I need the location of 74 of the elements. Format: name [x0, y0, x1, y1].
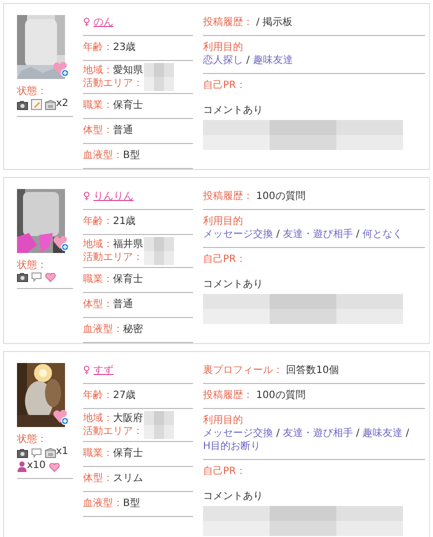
- person-icon: [17, 461, 27, 472]
- detail-text: 地域：大阪府: [83, 412, 143, 425]
- detail-text: 血液型：秘密: [83, 324, 143, 335]
- speech-bubble-icon: [31, 448, 42, 458]
- section-label: 利用目的: [203, 41, 244, 54]
- gender-icon: ♀: [83, 17, 90, 28]
- comment-text: コメントあり: [203, 104, 264, 117]
- section-label: 自己PR：: [203, 79, 247, 92]
- purpose-link[interactable]: 趣味友達: [252, 55, 293, 66]
- mosaic-blur: [144, 63, 174, 91]
- status-count: x10: [27, 460, 46, 472]
- status-label: 状態：: [17, 86, 48, 98]
- purpose-link[interactable]: 友達・遊び相手: [282, 428, 353, 439]
- status-label: 状態：: [17, 434, 48, 446]
- purpose-link[interactable]: メッセージ交換: [203, 428, 273, 439]
- separator: /: [276, 229, 280, 240]
- camera-icon: [17, 273, 28, 282]
- gender-icon: ♀: [83, 191, 90, 202]
- section-label: 自己PR：: [203, 253, 247, 266]
- profile-name-link[interactable]: りんりん: [94, 191, 134, 202]
- comment-text: コメントあり: [203, 490, 264, 503]
- purpose-link[interactable]: H目的お断り: [203, 441, 261, 452]
- status-count: x1: [56, 446, 68, 458]
- section-label: 利用目的: [203, 414, 244, 427]
- detail-text: 職業：保育士: [83, 448, 143, 459]
- purpose-link[interactable]: 何となく: [362, 229, 402, 240]
- detail-label: 活動エリア：: [83, 251, 143, 264]
- profile-name-link[interactable]: すず: [94, 365, 114, 376]
- camera-icon: [17, 101, 28, 110]
- detail-text: 血液型：B型: [83, 498, 140, 509]
- separator: /: [356, 428, 360, 439]
- detail-text: 体型：普通: [83, 299, 133, 310]
- mosaic-blur: [144, 237, 174, 265]
- detail-text: 体型：スリム: [83, 473, 143, 484]
- section-text: 裏プロフィール： 回答数10個: [203, 365, 339, 376]
- status-count: x2: [56, 98, 68, 110]
- speech-bubble-icon: [31, 272, 42, 282]
- section-text: 投稿履歴： 100の質問: [203, 191, 306, 202]
- detail-label: 活動エリア：: [83, 425, 143, 438]
- heart-icon: [48, 463, 60, 472]
- separator: /: [276, 428, 280, 439]
- memo-icon: [31, 99, 42, 110]
- section-text: 投稿履歴： 100の質問: [203, 390, 306, 401]
- status-label: 状態：: [17, 260, 48, 272]
- detail-text: 年齢：21歳: [83, 216, 136, 227]
- envelope-icon: [45, 448, 56, 458]
- detail-text: 体型：普通: [83, 125, 133, 136]
- gender-icon: ♀: [83, 365, 90, 376]
- favorite-add-icon[interactable]: [53, 409, 69, 425]
- separator: /: [246, 55, 250, 66]
- heart-icon: [45, 273, 56, 282]
- envelope-icon: [45, 100, 56, 110]
- separator: /: [356, 229, 360, 240]
- purpose-link[interactable]: 趣味友達: [362, 428, 402, 439]
- mosaic-blur: [144, 411, 174, 439]
- camera-icon: [17, 449, 28, 458]
- detail-text: 血液型：B型: [83, 150, 140, 161]
- detail-text: 年齢：27歳: [83, 390, 136, 401]
- section-label: 利用目的: [203, 215, 244, 228]
- detail-text: 職業：保育士: [83, 100, 143, 111]
- detail-text: 年齢：23歳: [83, 42, 136, 53]
- section-text: 投稿履歴： / 掲示板: [203, 17, 293, 28]
- purpose-link[interactable]: 恋人探し: [203, 55, 243, 66]
- section-label: 自己PR：: [203, 465, 247, 478]
- favorite-add-icon[interactable]: [53, 235, 69, 251]
- purpose-link[interactable]: 友達・遊び相手: [282, 229, 353, 240]
- detail-text: 職業：保育士: [83, 274, 143, 285]
- profile-name-link[interactable]: のん: [94, 17, 114, 28]
- purpose-link[interactable]: メッセージ交換: [203, 229, 273, 240]
- separator: /: [406, 428, 410, 439]
- detail-label: 活動エリア：: [83, 77, 143, 90]
- detail-text: 地域：愛知県: [83, 64, 143, 77]
- detail-text: 地域：福井県: [83, 238, 143, 251]
- comment-text: コメントあり: [203, 278, 264, 291]
